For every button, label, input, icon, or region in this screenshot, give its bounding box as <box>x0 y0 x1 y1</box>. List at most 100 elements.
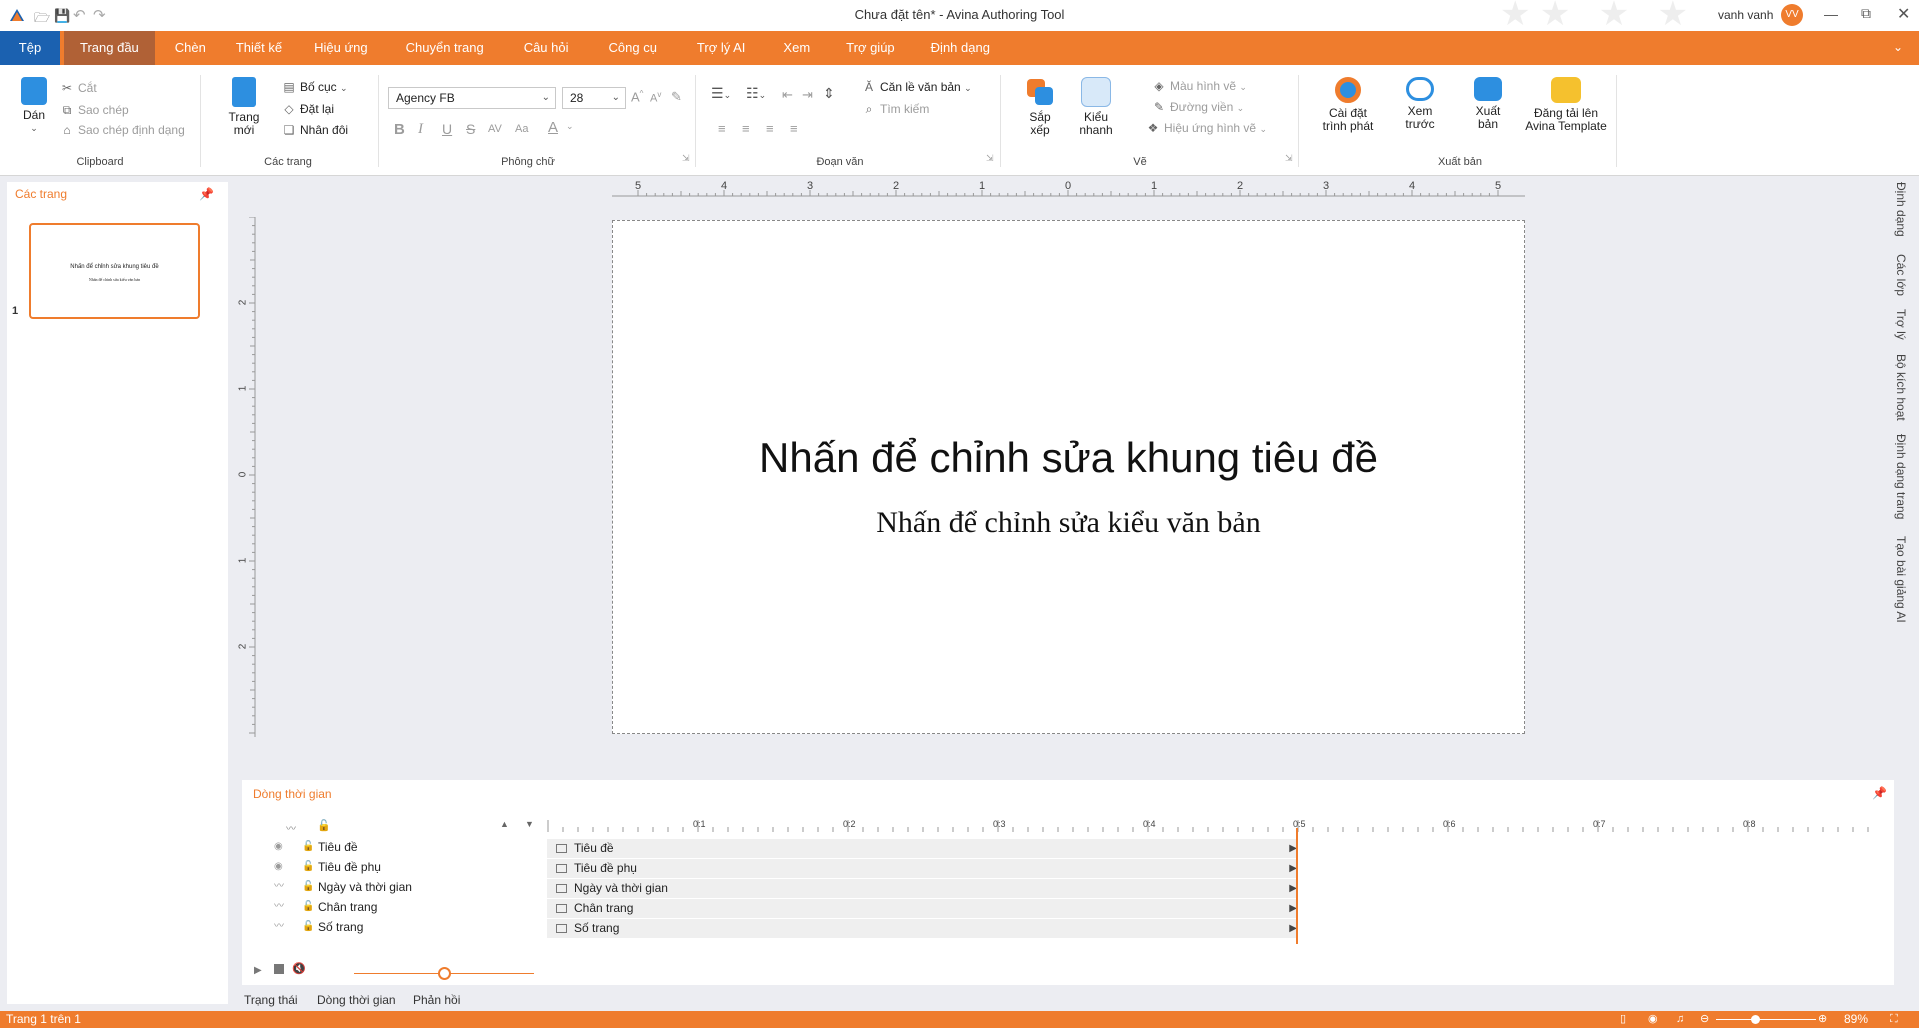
change-case-icon[interactable]: Aa <box>515 123 528 135</box>
collapse-ribbon-icon[interactable]: ⌄ <box>1893 40 1903 54</box>
chevron-down-icon[interactable]: ⌄ <box>566 121 574 132</box>
lock-icon[interactable]: 🔓 <box>302 898 314 916</box>
underline-icon[interactable]: U <box>442 121 452 137</box>
zoom-slider-handle[interactable] <box>1751 1015 1760 1024</box>
shape-outline-button[interactable]: ✎ Đường viền ⌄ <box>1152 100 1244 114</box>
side-tab-ai-lesson[interactable]: Tạo bài giảng AI <box>1894 536 1908 623</box>
notes-icon[interactable]: ▯ <box>1620 1011 1626 1028</box>
tab-view[interactable]: Xem <box>765 31 828 65</box>
checkbox-icon[interactable] <box>556 904 567 913</box>
tab-transitions[interactable]: Chuyển trang <box>386 31 504 65</box>
tab-design[interactable]: Thiết kế <box>222 31 296 65</box>
font-size-select[interactable]: 28 ⌄ <box>562 87 626 109</box>
timeline-bar[interactable]: Tiêu đề phụ ▶ <box>547 859 1297 878</box>
timeline-bar[interactable]: Tiêu đề ▶ <box>547 839 1297 858</box>
quick-styles-button[interactable]: Kiểu nhanh <box>1072 77 1120 137</box>
decrease-indent-icon[interactable]: ⇤ <box>782 87 793 103</box>
export-button[interactable]: Xuất bản <box>1460 77 1516 131</box>
bell-icon[interactable]: ♫ <box>1676 1011 1684 1028</box>
checkbox-icon[interactable] <box>556 924 567 933</box>
new-page-button[interactable]: Trang mới <box>222 77 266 137</box>
save-icon[interactable]: 💾 <box>54 8 70 24</box>
dialog-launcher-icon[interactable]: ⇲ <box>1285 153 1293 164</box>
find-button[interactable]: ⌕ Tìm kiếm <box>862 102 930 117</box>
tab-file[interactable]: Tệp <box>0 31 60 65</box>
line-spacing-icon[interactable]: ⇕ <box>823 85 835 102</box>
tab-tools[interactable]: Công cụ <box>589 31 677 65</box>
numbered-list-icon[interactable]: ☷⌄ <box>746 85 766 102</box>
side-tab-assistant[interactable]: Trợ lý <box>1894 309 1908 340</box>
upload-template-button[interactable]: Đăng tải lên Avina Template <box>1522 77 1610 133</box>
visibility-icon[interactable]: 〰 <box>274 918 284 936</box>
stop-icon[interactable] <box>274 964 284 974</box>
lock-icon[interactable]: 🔓 <box>302 858 314 876</box>
shrink-font-icon[interactable]: Av <box>650 90 661 105</box>
volume-slider-handle[interactable] <box>438 967 451 980</box>
lock-icon[interactable]: 🔓 <box>302 878 314 896</box>
minimize-icon[interactable]: — <box>1824 6 1838 22</box>
justify-icon[interactable]: ≡ <box>790 121 798 136</box>
eye-icon[interactable]: ◉ <box>1648 1011 1658 1028</box>
visibility-toggle-icon[interactable]: 〰 <box>286 820 296 835</box>
pin-icon[interactable]: 📌 <box>1872 786 1887 800</box>
grow-font-icon[interactable]: A^ <box>631 89 643 104</box>
avatar[interactable]: VV <box>1781 4 1803 26</box>
tab-effects[interactable]: Hiệu ứng <box>296 31 386 65</box>
lock-icon[interactable]: 🔓 <box>302 838 314 856</box>
tab-questions[interactable]: Câu hỏi <box>504 31 589 65</box>
increase-indent-icon[interactable]: ⇥ <box>802 87 813 103</box>
slide-subtitle[interactable]: Nhấn để chỉnh sửa kiểu văn bản <box>613 506 1524 540</box>
play-icon[interactable]: ▶ <box>254 965 262 976</box>
format-painter-button[interactable]: ⌂ Sao chép định dạng <box>60 123 184 137</box>
tab-home[interactable]: Trang đầu <box>64 31 155 65</box>
visibility-icon[interactable]: ◉ <box>274 838 283 856</box>
font-color-icon[interactable]: A <box>548 119 558 136</box>
dialog-launcher-icon[interactable]: ⇲ <box>682 153 690 164</box>
tab-status[interactable]: Trạng thái <box>244 993 298 1007</box>
checkbox-icon[interactable] <box>556 864 567 873</box>
tab-insert[interactable]: Chèn <box>159 31 222 65</box>
align-center-icon[interactable]: ≡ <box>742 121 750 136</box>
slide-title[interactable]: Nhấn để chỉnh sửa khung tiêu đề <box>613 434 1524 482</box>
zoom-out-icon[interactable]: ⊖ <box>1700 1011 1709 1028</box>
undo-icon[interactable]: ↶ <box>73 6 86 24</box>
copy-button[interactable]: ⧉ Sao chép <box>60 103 129 118</box>
align-right-icon[interactable]: ≡ <box>766 121 774 136</box>
shape-effects-button[interactable]: ❖ Hiệu ứng hình vẽ ⌄ <box>1146 121 1267 135</box>
slide-canvas[interactable]: Nhấn để chỉnh sửa khung tiêu đề Nhấn để … <box>612 220 1525 734</box>
lock-icon[interactable]: 🔓 <box>317 819 331 832</box>
close-icon[interactable]: ✕ <box>1897 4 1910 24</box>
text-align-button[interactable]: Ă Căn lề văn bản ⌄ <box>862 80 972 94</box>
move-up-icon[interactable]: ▲ <box>500 819 509 829</box>
italic-icon[interactable]: I <box>418 121 423 138</box>
side-tab-layers[interactable]: Các lớp <box>1894 254 1908 296</box>
visibility-icon[interactable]: 〰 <box>274 898 284 916</box>
timeline-bar[interactable]: Chân trang ▶ <box>547 899 1297 918</box>
side-tab-format[interactable]: Định dạng <box>1894 182 1908 237</box>
cut-button[interactable]: ✂ Cắt <box>60 81 97 95</box>
player-settings-button[interactable]: Cài đặt trình phát <box>1316 77 1380 133</box>
tab-feedback[interactable]: Phản hồi <box>413 993 460 1007</box>
visibility-icon[interactable]: 〰 <box>274 878 284 896</box>
tab-timeline[interactable]: Dòng thời gian <box>317 993 396 1007</box>
checkbox-icon[interactable] <box>556 844 567 853</box>
align-left-icon[interactable]: ≡ <box>718 121 726 136</box>
zoom-slider[interactable] <box>1716 1019 1816 1020</box>
page-thumbnail[interactable]: Nhấn để chỉnh sửa khung tiêu đề Nhấn để … <box>29 223 200 319</box>
visibility-icon[interactable]: ◉ <box>274 858 283 876</box>
timeline-bar[interactable]: Số trang ▶ <box>547 919 1297 938</box>
playhead[interactable] <box>1296 828 1298 944</box>
clear-format-icon[interactable]: ✎ <box>671 89 682 105</box>
lock-icon[interactable]: 🔓 <box>302 918 314 936</box>
shape-fill-button[interactable]: ◈ Màu hình vẽ ⌄ <box>1152 79 1247 93</box>
zoom-in-icon[interactable]: ⊕ <box>1818 1011 1827 1028</box>
tab-ai-assistant[interactable]: Trợ lý AI <box>677 31 766 65</box>
side-tab-triggers[interactable]: Bộ kích hoạt <box>1894 354 1908 421</box>
open-folder-icon[interactable]: 🗁 <box>34 9 50 31</box>
strikethrough-icon[interactable]: S <box>466 121 475 137</box>
font-family-select[interactable]: Agency FB ⌄ <box>388 87 556 109</box>
pin-icon[interactable]: 📌 <box>199 187 214 201</box>
duplicate-button[interactable]: ❏ Nhân đôi <box>282 123 348 137</box>
paste-button[interactable]: Dán ⌄ <box>16 77 52 135</box>
text-shadow-icon[interactable]: AV <box>488 123 502 135</box>
